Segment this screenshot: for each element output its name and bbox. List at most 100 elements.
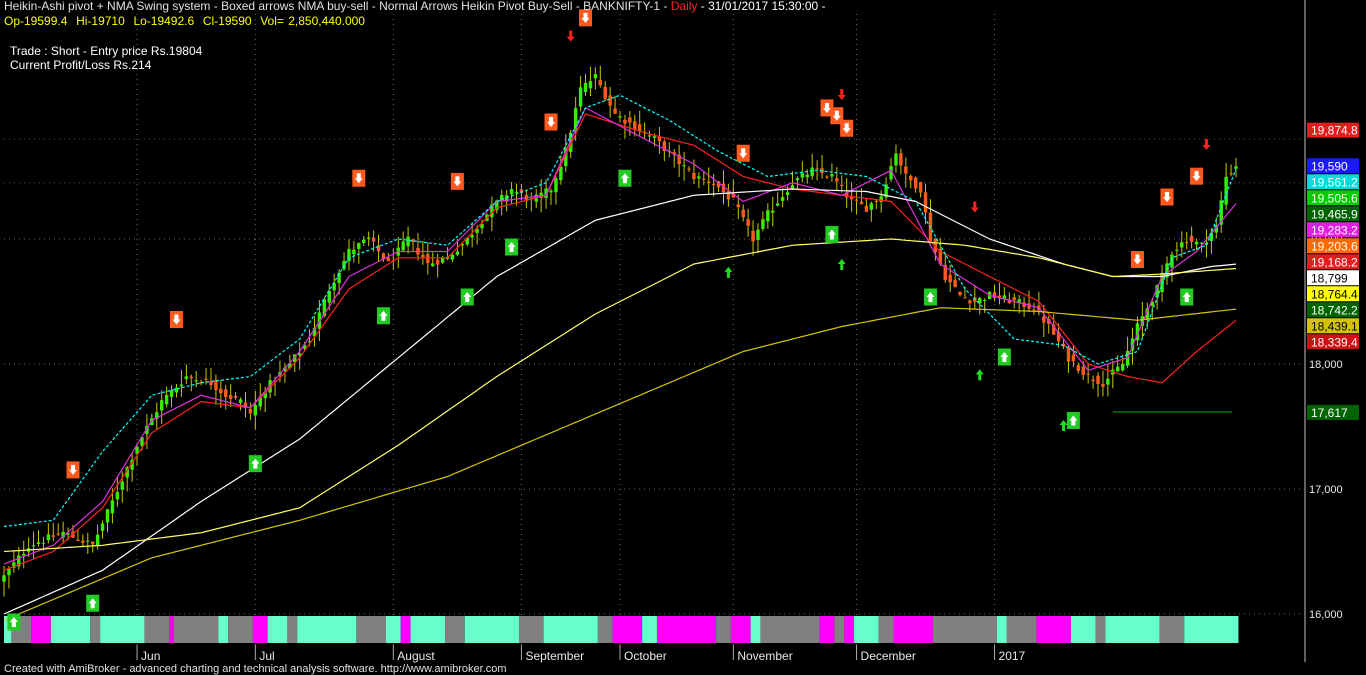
candle-body: [800, 173, 805, 178]
candle-body: [854, 199, 859, 201]
ribbon-segment: [144, 616, 170, 643]
sell-box-arrow: [450, 172, 464, 190]
price-label: 18,439.1: [1307, 318, 1359, 334]
candle-body: [726, 190, 731, 200]
candle-body: [500, 195, 504, 201]
candle-body: [238, 399, 243, 403]
sell-box-arrow: [736, 144, 750, 162]
candle-body: [637, 124, 642, 132]
ribbon-segment: [932, 616, 997, 643]
month-label: Jun: [141, 649, 160, 663]
candle-body: [864, 205, 869, 212]
candle-body: [120, 481, 124, 490]
buy-arrow-icon: [975, 369, 984, 381]
signal-ribbon: [4, 616, 1239, 643]
ribbon-segment: [31, 616, 51, 643]
buy-box-arrow: [997, 348, 1011, 366]
price-label-text: 19,465.9: [1311, 207, 1358, 221]
candle-body: [56, 533, 60, 535]
candle-body: [588, 81, 593, 89]
candle-body: [771, 210, 775, 213]
price-label-text: 19,561.2: [1311, 175, 1358, 189]
candle-body: [711, 184, 716, 186]
price-label: 19,283.2: [1307, 222, 1359, 238]
candle-body: [1032, 309, 1036, 311]
buy-box-arrow: [460, 288, 474, 306]
ribbon-segment: [1006, 616, 1037, 643]
buy-box-arrow: [376, 307, 390, 325]
candle-body: [386, 257, 391, 262]
candle-body: [426, 254, 430, 263]
ribbon-segment: [100, 616, 145, 643]
ribbon-segment: [228, 616, 253, 643]
candle-body: [805, 174, 809, 178]
candle-body: [435, 259, 440, 265]
ribbon-segment: [385, 616, 401, 643]
candle-body: [554, 178, 558, 193]
candle-body: [1071, 354, 1076, 362]
candle-body: [815, 168, 819, 170]
sell-arrow-icon: [566, 30, 575, 42]
candle-body: [578, 87, 583, 107]
ribbon-segment: [612, 616, 643, 643]
candle-body: [761, 219, 765, 229]
interval-text: Daily: [670, 0, 698, 13]
candle-body: [869, 203, 874, 210]
sell-box-arrow: [1190, 167, 1204, 185]
candle-body: [628, 117, 632, 123]
ribbon-segment: [50, 616, 91, 643]
candle-body: [702, 178, 706, 180]
price-tick-label: 17,000: [1309, 484, 1343, 496]
candle-body: [179, 384, 184, 387]
ribbon-segment: [1095, 616, 1106, 643]
candle-body: [692, 172, 696, 179]
candle-body: [874, 200, 878, 202]
candle-body: [7, 568, 11, 576]
chart-grid: [4, 0, 1306, 662]
price-label-text: 19,874.8: [1311, 124, 1358, 138]
sell-box-arrow: [1130, 251, 1144, 268]
candle-body: [549, 190, 553, 193]
buy-box-arrow: [86, 594, 100, 612]
candle-body: [352, 249, 356, 255]
price-label-text: 19,505.6: [1311, 191, 1358, 205]
candle-body: [859, 201, 864, 205]
ribbon-segment: [1070, 616, 1096, 643]
price-label: 18,764.4: [1307, 286, 1359, 302]
candle-body: [953, 279, 957, 288]
ribbon-segment: [267, 616, 288, 643]
month-label: November: [737, 649, 792, 663]
ribbon-segment: [518, 616, 544, 643]
sell-box-arrow: [352, 169, 366, 187]
candle-body: [879, 196, 883, 202]
price-label: 19,465.9: [1307, 206, 1359, 222]
candle-body: [1189, 235, 1194, 242]
low-value: Lo-19492.6: [133, 14, 195, 28]
price-tick-label: 16,000: [1309, 609, 1343, 621]
price-label: 19,168.2: [1307, 254, 1359, 270]
candle-body: [100, 523, 105, 531]
buy-arrow-icon: [724, 266, 733, 278]
ribbon-segment: [174, 616, 219, 643]
candle-body: [1116, 366, 1120, 372]
buy-box-arrow: [248, 455, 262, 473]
candle-body: [623, 119, 627, 124]
datetime-text: - 31/01/2017 15:30:00 -: [697, 0, 826, 13]
candle-body: [593, 74, 598, 79]
candle-body: [105, 509, 110, 523]
candle-body: [1224, 176, 1228, 205]
candle-body: [948, 274, 952, 283]
buy-box-arrow: [923, 288, 937, 306]
candle-body: [1012, 297, 1016, 301]
candle-body: [751, 230, 755, 242]
candle-body: [904, 166, 908, 174]
candle-body: [795, 178, 800, 181]
candle-body: [780, 197, 785, 201]
candle-body: [1081, 366, 1085, 375]
price-label: 19,561.2: [1307, 174, 1359, 190]
candle-body: [253, 404, 258, 416]
buy-arrow-icon: [837, 259, 846, 270]
candle-body: [184, 376, 189, 380]
title-text: Heikin-Ashi pivot + NMA Swing system - B…: [4, 0, 671, 13]
buy-box-arrow: [1066, 411, 1080, 429]
